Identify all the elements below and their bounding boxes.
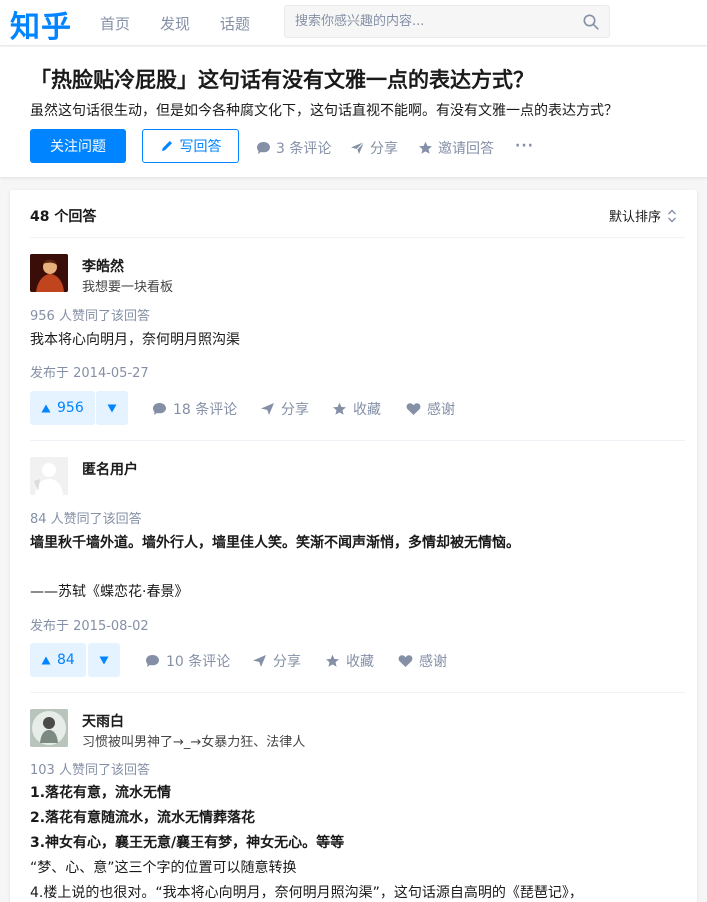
comment-icon [145, 654, 160, 668]
nav-discover[interactable]: 发现 [160, 13, 190, 34]
comment-icon [152, 402, 167, 416]
share-label: 分享 [273, 654, 301, 670]
share-button[interactable]: 分享 [260, 399, 309, 419]
upvote-button[interactable]: 84 [30, 643, 86, 677]
answer-content: 墙里秋千墙外道。墙外行人，墙里佳人笑。笑渐不闻声渐悄，多情却被无情恼。 [30, 535, 520, 551]
question-comments-button[interactable]: 3 条评论 [256, 138, 331, 158]
author-bio: 习惯被叫男神了→_→女暴力狂、法律人 [82, 735, 306, 750]
share-label: 分享 [281, 402, 309, 418]
collect-button[interactable]: 收藏 [332, 399, 381, 419]
answers-header: 48 个回答 默认排序 [30, 190, 685, 238]
write-answer-label: 写回答 [179, 139, 222, 155]
thanks-label: 感谢 [427, 402, 455, 418]
collect-button[interactable]: 收藏 [325, 651, 374, 671]
publish-date[interactable]: 发布于 2015-08-02 [30, 615, 149, 634]
answer-content-line: 3.神女有心，襄王无意/襄王有梦，神女无心。等等 [30, 835, 345, 851]
thanks-button[interactable]: 感谢 [406, 399, 455, 419]
answer-item: 匿名用户 84 人赞同了该回答 墙里秋千墙外道。墙外行人，墙里佳人笑。笑渐不闻声… [30, 441, 685, 693]
heart-icon [406, 402, 421, 416]
sort-label: 默认排序 [608, 210, 661, 225]
search-box [284, 5, 610, 38]
answers-card: 48 个回答 默认排序 李皓然 我想要一块看板 956 人赞同了该回答 我本将心… [10, 190, 697, 902]
avatar[interactable] [30, 709, 68, 747]
vote-summary: 84 人赞同了该回答 [30, 512, 142, 527]
answer-item: 天雨白 习惯被叫男神了→_→女暴力狂、法律人 103 人赞同了该回答 1.落花有… [30, 693, 685, 902]
write-answer-button[interactable]: 写回答 [142, 129, 239, 163]
comments-button[interactable]: 18 条评论 [152, 399, 237, 419]
invite-answer-button[interactable]: 邀请回答 [418, 138, 494, 158]
heart-icon [398, 654, 413, 668]
triangle-down-icon [99, 656, 109, 665]
question-title: 「热脸贴冷屁股」这句话有没有文雅一点的表达方式？ [30, 68, 534, 92]
avatar[interactable] [30, 457, 68, 495]
collect-label: 收藏 [346, 654, 374, 670]
share-button[interactable]: 分享 [252, 651, 301, 671]
upvote-count: 956 [57, 400, 84, 416]
triangle-up-icon [41, 404, 51, 413]
triangle-down-icon [107, 404, 117, 413]
collect-label: 收藏 [353, 402, 381, 418]
downvote-button[interactable] [88, 643, 120, 677]
sort-arrows-icon [667, 209, 677, 223]
sort-dropdown[interactable]: 默认排序 [609, 206, 677, 225]
upvote-button[interactable]: 956 [30, 391, 95, 425]
question-comments-label: 3 条评论 [276, 141, 332, 157]
answer-content: 我本将心向明月，奈何明月照沟渠 [30, 332, 240, 348]
author-name[interactable]: 李皓然 [82, 256, 124, 276]
comments-button[interactable]: 10 条评论 [145, 651, 230, 671]
zhihu-logo[interactable]: 知乎 [10, 2, 72, 46]
comments-label: 10 条评论 [166, 654, 231, 670]
share-icon [260, 402, 275, 416]
answer-content-citation: ——苏轼《蝶恋花·春景》 [30, 584, 189, 600]
answer-content-line: 1.落花有意，流水无情 [30, 785, 172, 801]
question-share-button[interactable]: 分享 [350, 138, 398, 158]
follow-question-button[interactable]: 关注问题 [30, 129, 126, 163]
search-icon[interactable] [583, 14, 599, 30]
author-name: 匿名用户 [82, 462, 138, 478]
vote-summary: 103 人赞同了该回答 [30, 763, 150, 778]
answer-content-line: 4.楼上说的也很对。“我本将心向明月，奈何明月照沟渠”，这句话源自高明的《琵琶记… [30, 885, 583, 901]
nav-topics[interactable]: 话题 [220, 13, 250, 34]
triangle-up-icon [41, 656, 51, 665]
star-icon [418, 141, 433, 155]
downvote-button[interactable] [96, 391, 128, 425]
share-icon [350, 141, 365, 155]
vote-summary: 956 人赞同了该回答 [30, 309, 150, 324]
search-input[interactable] [285, 6, 565, 37]
author-name[interactable]: 天雨白 [82, 711, 124, 731]
top-bar: 知乎 首页 发现 话题 [0, 0, 707, 46]
answer-count: 48 个回答 [30, 209, 97, 225]
answer-content-line: “梦、心、意”这三个字的位置可以随意转换 [30, 860, 297, 876]
pencil-icon [160, 139, 174, 153]
share-icon [252, 654, 267, 668]
thanks-button[interactable]: 感谢 [398, 651, 447, 671]
question-share-label: 分享 [370, 141, 398, 157]
question-detail: 虽然这句话很生动，但是如今各种腐文化下，这句话直视不能啊。有没有文雅一点的表达方… [30, 103, 618, 119]
thanks-label: 感谢 [419, 654, 447, 670]
upvote-count: 84 [57, 652, 75, 668]
comments-label: 18 条评论 [173, 402, 238, 418]
nav-home[interactable]: 首页 [100, 13, 130, 34]
star-icon [332, 402, 347, 416]
comment-icon [256, 141, 271, 155]
author-bio: 我想要一块看板 [82, 280, 174, 295]
answer-item: 李皓然 我想要一块看板 956 人赞同了该回答 我本将心向明月，奈何明月照沟渠 … [30, 238, 685, 441]
avatar[interactable] [30, 254, 68, 292]
star-icon [325, 654, 340, 668]
invite-answer-label: 邀请回答 [438, 141, 494, 157]
publish-date[interactable]: 发布于 2014-05-27 [30, 362, 149, 381]
question-header: 「热脸贴冷屁股」这句话有没有文雅一点的表达方式？ 虽然这句话很生动，但是如今各种… [0, 47, 707, 177]
answer-content-line: 2.落花有意随流水，流水无情葬落花 [30, 810, 256, 826]
more-options-button[interactable]: ··· [515, 138, 534, 154]
